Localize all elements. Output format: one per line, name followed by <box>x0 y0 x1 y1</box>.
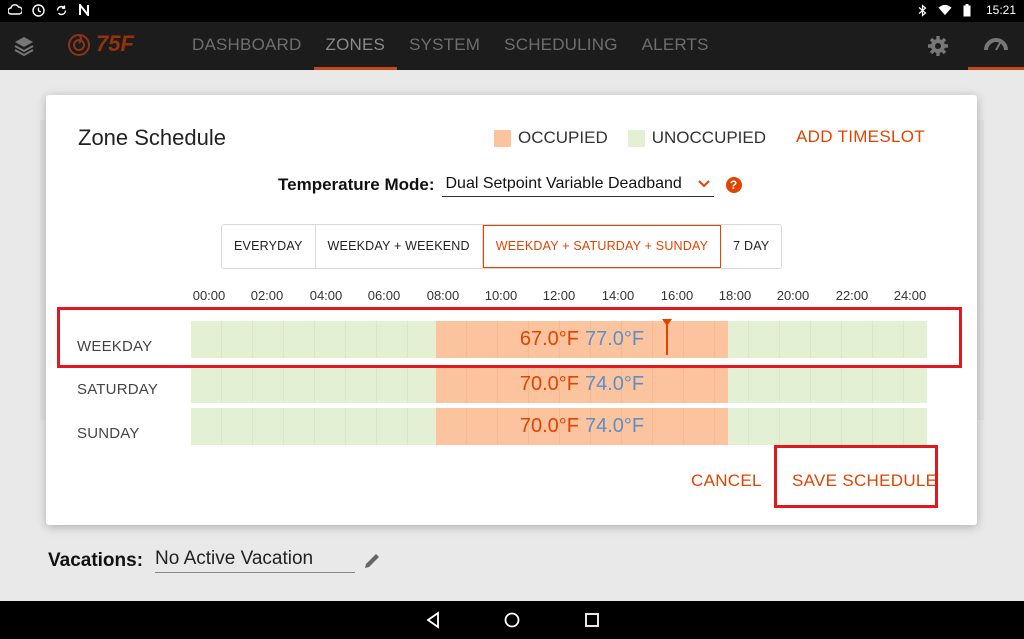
hour-label: 14:00 <box>601 288 635 303</box>
nav-alerts[interactable]: ALERTS <box>630 22 721 70</box>
legend-occupied-label: OCCUPIED <box>518 128 608 147</box>
schedule-type-weekday-saturday-sunday[interactable]: WEEKDAY + SATURDAY + SUNDAY <box>482 225 722 268</box>
occupied-swatch <box>494 129 511 147</box>
status-bar: 15:21 <box>0 0 1024 22</box>
chevron-down-icon <box>697 175 710 193</box>
vacations-row: Vacations: No Active Vacation <box>48 548 383 573</box>
saturday-low-setpoint: 70.0°F <box>519 373 579 395</box>
sunday-high-setpoint: 74.0°F <box>585 415 645 437</box>
sunday-occupied-block[interactable]: 70.0°F 74.0°F <box>436 408 728 445</box>
temperature-mode-value: Dual Setpoint Variable Deadband <box>445 175 682 192</box>
vacations-label: Vacations: <box>48 549 144 571</box>
saturday-occupied-block[interactable]: 70.0°F 74.0°F <box>436 366 728 403</box>
hour-label: 20:00 <box>776 288 810 303</box>
app-bar: 75F DASHBOARD ZONES SYSTEM SCHEDULING AL… <box>0 22 1024 70</box>
vacations-value[interactable]: No Active Vacation <box>155 548 356 573</box>
nav-dashboard[interactable]: DASHBOARD <box>180 22 314 70</box>
nav-system[interactable]: SYSTEM <box>397 22 492 70</box>
hour-label: 22:00 <box>835 288 869 303</box>
hour-label: 06:00 <box>367 288 401 303</box>
hour-label: 24:00 <box>893 288 927 303</box>
schedule-type-7-day[interactable]: 7 DAY <box>721 225 781 268</box>
wifi-icon <box>938 3 952 17</box>
schedule-legend: OCCUPIED UNOCCUPIED <box>494 128 786 148</box>
hour-label: 18:00 <box>718 288 752 303</box>
dialog-title: Zone Schedule <box>78 125 226 150</box>
main-nav: DASHBOARD ZONES SYSTEM SCHEDULING ALERTS <box>180 22 721 70</box>
legend-occupied: OCCUPIED <box>494 128 608 148</box>
battery-icon <box>960 3 974 17</box>
schedule-type-weekday-weekend[interactable]: WEEKDAY + WEEKEND <box>316 225 483 268</box>
recents-icon[interactable] <box>582 610 602 630</box>
notification-n-icon <box>77 3 91 17</box>
temperature-mode-row: Temperature Mode: Dual Setpoint Variable… <box>278 173 742 197</box>
row-label-saturday: SATURDAY <box>77 381 159 398</box>
brand-logo: 75F <box>66 31 134 57</box>
nav-zones[interactable]: ZONES <box>313 22 398 70</box>
logo-text: 75F <box>96 31 134 56</box>
help-icon[interactable]: ? <box>725 177 742 193</box>
schedule-type-everyday[interactable]: EVERYDAY <box>222 225 316 268</box>
sunday-schedule-track[interactable]: 70.0°F 74.0°F <box>191 408 927 445</box>
hour-label: 10:00 <box>484 288 518 303</box>
sync-icon <box>54 3 68 17</box>
saturday-high-setpoint: 74.0°F <box>585 373 645 395</box>
hour-label: 08:00 <box>426 288 460 303</box>
saturday-schedule-track[interactable]: 70.0°F 74.0°F <box>191 366 927 403</box>
cloud-icon <box>8 3 22 17</box>
hour-label: 04:00 <box>309 288 343 303</box>
hour-label: 16:00 <box>660 288 694 303</box>
hour-label: 00:00 <box>192 288 226 303</box>
nav-scheduling[interactable]: SCHEDULING <box>492 22 629 70</box>
temperature-mode-label: Temperature Mode: <box>278 175 435 194</box>
hour-label: 12:00 <box>542 288 576 303</box>
unoccupied-swatch <box>627 129 645 147</box>
bluetooth-icon <box>916 3 930 17</box>
schedule-type-selector: EVERYDAY WEEKDAY + WEEKEND WEEKDAY + SAT… <box>221 224 783 269</box>
home-icon[interactable] <box>502 610 522 630</box>
save-button-highlight <box>774 445 938 508</box>
hour-axis: 00:00 02:00 04:00 06:00 08:00 10:00 12:0… <box>191 288 931 304</box>
add-timeslot-button[interactable]: ADD TIMESLOT <box>796 127 925 147</box>
flame-logo-icon <box>68 34 90 56</box>
hour-label: 02:00 <box>250 288 284 303</box>
legend-unoccupied-label: UNOCCUPIED <box>651 128 767 147</box>
row-label-sunday: SUNDAY <box>77 425 140 442</box>
legend-unoccupied: UNOCCUPIED <box>627 128 767 148</box>
temperature-mode-select[interactable]: Dual Setpoint Variable Deadband <box>441 173 714 197</box>
clock-icon <box>31 3 45 17</box>
gauge-icon[interactable] <box>968 22 1024 70</box>
system-nav-bar <box>0 601 1024 639</box>
cancel-button[interactable]: CANCEL <box>691 471 762 491</box>
edit-pencil-icon[interactable] <box>361 550 383 572</box>
settings-gear-icon[interactable] <box>926 34 950 58</box>
back-icon[interactable] <box>423 610 443 630</box>
sunday-low-setpoint: 70.0°F <box>519 415 579 437</box>
weekday-row-highlight <box>57 307 962 368</box>
layers-icon[interactable] <box>12 34 36 58</box>
status-time: 15:21 <box>985 3 1016 17</box>
